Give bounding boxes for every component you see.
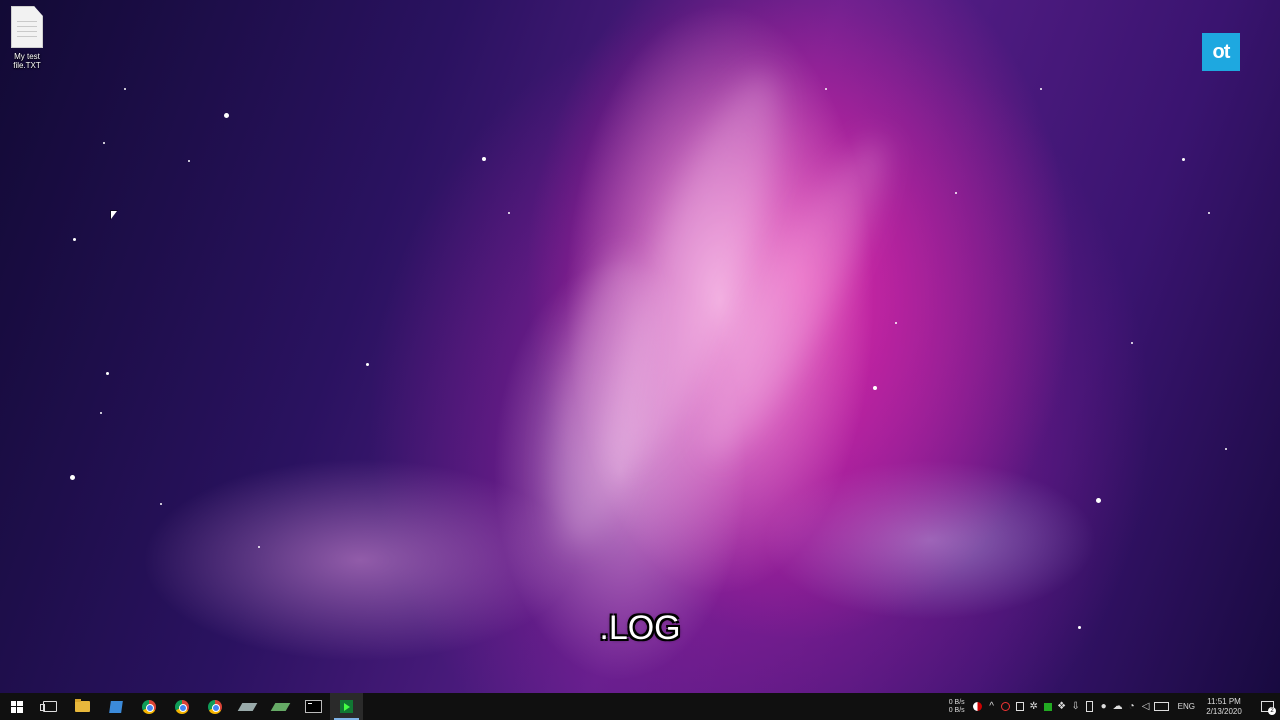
task-view-icon	[39, 701, 57, 712]
taskbar-app-stack-2[interactable]	[264, 693, 297, 720]
taskbar-active-app[interactable]	[330, 693, 363, 720]
video-caption: .LOG	[599, 609, 681, 647]
star	[224, 113, 229, 118]
tray-app-half-moon[interactable]	[971, 693, 985, 720]
cloud-icon: ☁	[1112, 701, 1123, 712]
language-indicator[interactable]: ENG	[1178, 702, 1195, 711]
system-tray: 0 B/s 0 B/s ^ ✲ ❖ ⇩ ● ☁ ◔ ◁ ENG 11:51 PM	[943, 693, 1280, 720]
star	[106, 372, 109, 375]
download-icon: ⇩	[1071, 701, 1080, 712]
notification-count-badge: 2	[1268, 707, 1276, 715]
taskbar-file-explorer[interactable]	[66, 693, 99, 720]
tray-wifi[interactable]: ◔	[1125, 693, 1139, 720]
tray-app-record[interactable]	[999, 693, 1013, 720]
mouse-cursor-icon	[111, 211, 117, 219]
star	[103, 142, 105, 144]
show-hidden-icons-button[interactable]: ^	[985, 693, 999, 720]
tray-app-gear[interactable]: ✲	[1027, 693, 1041, 720]
star	[73, 238, 76, 241]
tray-app-microphone[interactable]: ●	[1097, 693, 1111, 720]
desktop-file-label: My test file.TXT	[13, 52, 41, 70]
taskbar-app-stack-1[interactable]	[231, 693, 264, 720]
microphone-icon: ●	[1100, 701, 1107, 712]
star	[70, 475, 75, 480]
star	[1096, 498, 1101, 503]
chrome-icon	[207, 699, 222, 714]
stack-icon	[237, 702, 258, 711]
star	[1225, 448, 1227, 450]
tray-app-lock[interactable]	[1013, 693, 1027, 720]
network-speed: 0 B/s 0 B/s	[948, 698, 965, 714]
action-center-button[interactable]: 2	[1254, 693, 1280, 720]
record-icon	[1001, 702, 1011, 711]
store-icon	[108, 700, 123, 713]
tray-app-download[interactable]: ⇩	[1069, 693, 1083, 720]
tray-app-cloud[interactable]: ☁	[1111, 693, 1125, 720]
green-app-icon	[1043, 702, 1052, 711]
star	[1208, 212, 1210, 214]
star	[100, 412, 102, 414]
star	[825, 88, 827, 90]
windows-start-icon	[10, 700, 23, 713]
desktop-wallpaper	[0, 0, 1280, 693]
brand-logo: ot	[1202, 33, 1240, 71]
clock-date: 2/13/2020	[1206, 706, 1242, 716]
star	[258, 546, 260, 548]
battery-icon	[1086, 701, 1094, 712]
star	[160, 503, 162, 505]
arrow-app-icon	[340, 700, 353, 713]
star	[508, 212, 510, 214]
lock-icon	[1015, 702, 1024, 711]
tray-app-battery[interactable]	[1083, 693, 1097, 720]
tray-app-green[interactable]	[1041, 693, 1055, 720]
taskbar-terminal[interactable]	[297, 693, 330, 720]
chrome-icon	[174, 699, 189, 714]
speaker-icon: ◁	[1141, 701, 1150, 712]
keyboard-icon	[1154, 702, 1170, 711]
star	[873, 386, 877, 390]
wifi-icon: ◔	[1128, 701, 1135, 712]
star	[1131, 342, 1133, 344]
taskbar-chrome-3[interactable]	[198, 693, 231, 720]
start-button[interactable]	[0, 693, 33, 720]
star	[1182, 158, 1185, 161]
clock-time: 11:51 PM	[1207, 696, 1241, 706]
tray-volume[interactable]: ◁	[1139, 693, 1153, 720]
system-clock[interactable]: 11:51 PM 2/13/2020	[1202, 697, 1246, 717]
star	[366, 363, 369, 366]
taskbar-chrome-1[interactable]	[132, 693, 165, 720]
folder-icon	[75, 699, 90, 712]
star	[895, 322, 897, 324]
tray-app-dropbox[interactable]: ❖	[1055, 693, 1069, 720]
taskbar-chrome-2[interactable]	[165, 693, 198, 720]
task-view-button[interactable]	[33, 693, 66, 720]
desktop-file-my-test-file[interactable]: My test file.TXT	[4, 6, 50, 70]
star	[1040, 88, 1042, 90]
gear-icon: ✲	[1029, 701, 1038, 712]
taskbar-store[interactable]	[99, 693, 132, 720]
text-file-icon	[11, 6, 43, 48]
dropbox-icon: ❖	[1057, 701, 1067, 712]
taskbar: 0 B/s 0 B/s ^ ✲ ❖ ⇩ ● ☁ ◔ ◁ ENG 11:51 PM	[0, 693, 1280, 720]
star	[124, 88, 126, 90]
tray-keyboard[interactable]	[1153, 693, 1171, 720]
chevron-up-icon: ^	[989, 701, 994, 712]
terminal-icon	[305, 700, 322, 713]
star	[188, 160, 190, 162]
stack-icon	[270, 702, 291, 711]
star	[482, 157, 486, 161]
chrome-icon	[141, 699, 156, 714]
star	[955, 192, 957, 194]
half-moon-icon	[973, 702, 983, 711]
